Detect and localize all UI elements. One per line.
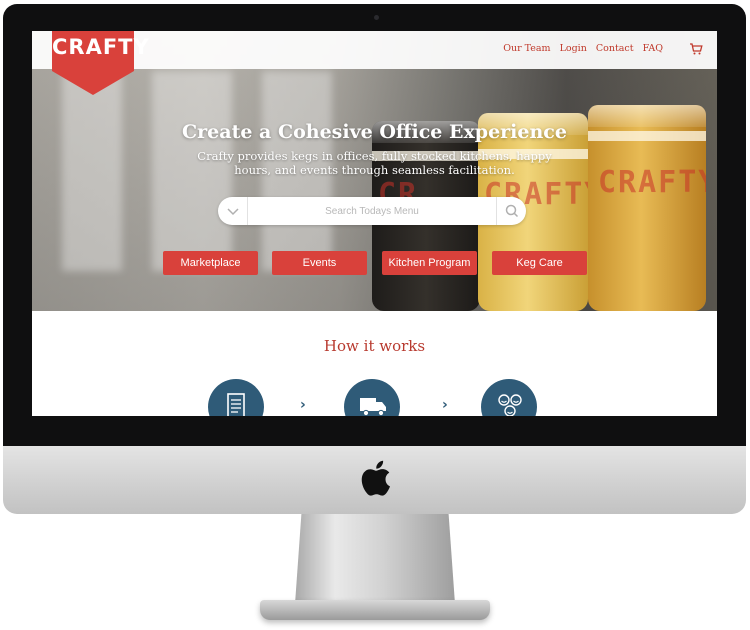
checklist-icon [227,393,245,416]
step-arrow: › [300,397,306,413]
delivery-truck-icon [360,398,386,416]
screen: CR CRAFTY CRAFTY Create a Cohesive Offic… [32,31,717,416]
keg-care-button[interactable]: Keg Care [492,251,587,275]
events-button[interactable]: Events [272,251,367,275]
search-bar [218,197,526,225]
hero-subtitle: Crafty provides kegs in offices, fully s… [197,149,552,177]
monitor-stand-base [260,600,490,620]
how-it-works-title: How it works [323,337,426,355]
happy-people-icon [498,394,522,416]
step-arrow: › [442,397,448,413]
step-order-circle [208,379,264,416]
nav-link-faq[interactable]: FAQ [643,43,663,54]
hero-title: Create a Cohesive Office Experience [182,121,567,143]
hero-banner: CR CRAFTY CRAFTY Create a Cohesive Offic… [32,31,717,311]
camera-dot [374,15,379,20]
crafty-logo[interactable]: CRAFTY [52,31,150,95]
apple-logo-icon [361,460,390,496]
search-input[interactable] [248,197,496,225]
cart-icon[interactable] [689,42,703,56]
step-delivery-circle [344,379,400,416]
background-window [62,71,122,271]
monitor-stand [295,514,455,604]
marketplace-button[interactable]: Marketplace [163,251,258,275]
cta-button-row: Marketplace Events Kitchen Program Keg C… [32,251,717,275]
nav-links: Our Team Login Contact FAQ [503,43,663,54]
logo-text: CRAFTY [52,35,150,59]
kitchen-program-button[interactable]: Kitchen Program [382,251,477,275]
nav-link-login[interactable]: Login [560,43,587,54]
step-enjoy-circle [481,379,537,416]
chevron-down-icon [227,208,239,216]
search-icon [505,204,519,218]
search-button[interactable] [496,197,526,225]
nav-link-our-team[interactable]: Our Team [503,43,550,54]
search-dropdown[interactable] [218,197,248,225]
nav-link-contact[interactable]: Contact [596,43,634,54]
